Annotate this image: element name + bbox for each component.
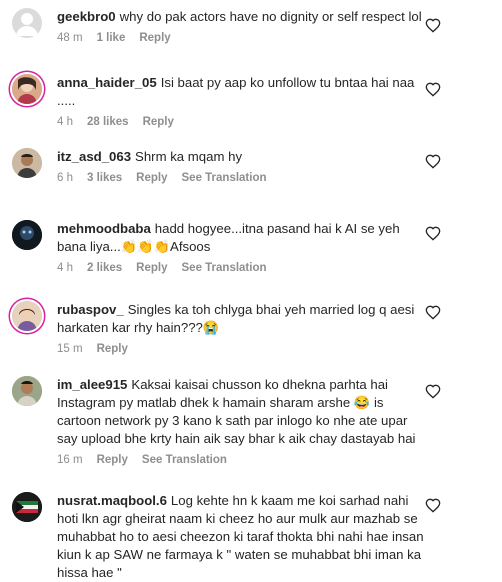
comment-meta: 48 m 1 like Reply	[57, 32, 427, 44]
username[interactable]: itz_asd_063	[57, 149, 131, 164]
heart-outline-icon[interactable]	[425, 305, 441, 321]
comment-meta: 6 h 3 likes Reply See Translation	[57, 172, 427, 184]
comment-text: geekbro0 why do pak actors have no dignit…	[57, 9, 422, 24]
timestamp: 4 h	[57, 116, 73, 128]
avatar[interactable]	[12, 148, 42, 178]
heart-outline-icon[interactable]	[425, 82, 441, 98]
comment-meta: 4 h 2 likes Reply See Translation	[57, 262, 427, 274]
avatar[interactable]	[12, 8, 42, 38]
heart-outline-icon[interactable]	[425, 18, 441, 34]
likes-count[interactable]: 1 like	[97, 32, 126, 44]
heart-outline-icon[interactable]	[425, 384, 441, 400]
timestamp: 6 h	[57, 172, 73, 184]
timestamp: 4 h	[57, 262, 73, 274]
username[interactable]: nusrat.maqbool.6	[57, 493, 167, 508]
heart-outline-icon[interactable]	[425, 154, 441, 170]
timestamp: 48 m	[57, 32, 83, 44]
comment-meta: 16 m Reply See Translation	[57, 454, 427, 466]
comment-text: itz_asd_063 Shrm ka mqam hy	[57, 149, 243, 164]
comment-meta: 15 m Reply	[57, 343, 427, 355]
timestamp: 15 m	[57, 343, 83, 355]
heart-outline-icon[interactable]	[425, 226, 441, 242]
avatar[interactable]	[12, 376, 42, 406]
likes-count[interactable]: 3 likes	[87, 172, 122, 184]
comment-text: anna_haider_05 Isi baat py aap ko unfollo…	[57, 75, 415, 108]
username[interactable]: mehmoodbaba	[57, 221, 151, 236]
see-translation-button[interactable]: See Translation	[182, 262, 267, 274]
heart-outline-icon[interactable]	[425, 498, 441, 514]
likes-count[interactable]: 2 likes	[87, 262, 122, 274]
comment-text: im_alee915 Kaksai kaisai chusson ko dhekn…	[57, 377, 416, 446]
avatar[interactable]	[12, 220, 42, 250]
likes-count[interactable]: 28 likes	[87, 116, 129, 128]
reply-button[interactable]: Reply	[97, 343, 128, 355]
reply-button[interactable]: Reply	[139, 32, 170, 44]
reply-button[interactable]: Reply	[136, 262, 167, 274]
avatar[interactable]	[12, 301, 42, 331]
comment-text: mehmoodbaba hadd hogyee...itna pasand hai…	[57, 221, 400, 254]
see-translation-button[interactable]: See Translation	[182, 172, 267, 184]
reply-button[interactable]: Reply	[97, 454, 128, 466]
avatar[interactable]	[12, 492, 42, 522]
username[interactable]: geekbro0	[57, 9, 116, 24]
comment-text: nusrat.maqbool.6 Log kehte hn k kaam me k…	[57, 493, 424, 580]
timestamp: 16 m	[57, 454, 83, 466]
avatar[interactable]	[12, 74, 42, 104]
username[interactable]: im_alee915	[57, 377, 127, 392]
username[interactable]: anna_haider_05	[57, 75, 157, 90]
comment-text: rubaspov_ Singles ka toh chlyga bhai yeh …	[57, 302, 415, 335]
see-translation-button[interactable]: See Translation	[142, 454, 227, 466]
default-avatar-icon	[16, 13, 38, 36]
comment-meta: 4 h 28 likes Reply	[57, 116, 427, 128]
username[interactable]: rubaspov_	[57, 302, 124, 317]
reply-button[interactable]: Reply	[143, 116, 174, 128]
reply-button[interactable]: Reply	[136, 172, 167, 184]
